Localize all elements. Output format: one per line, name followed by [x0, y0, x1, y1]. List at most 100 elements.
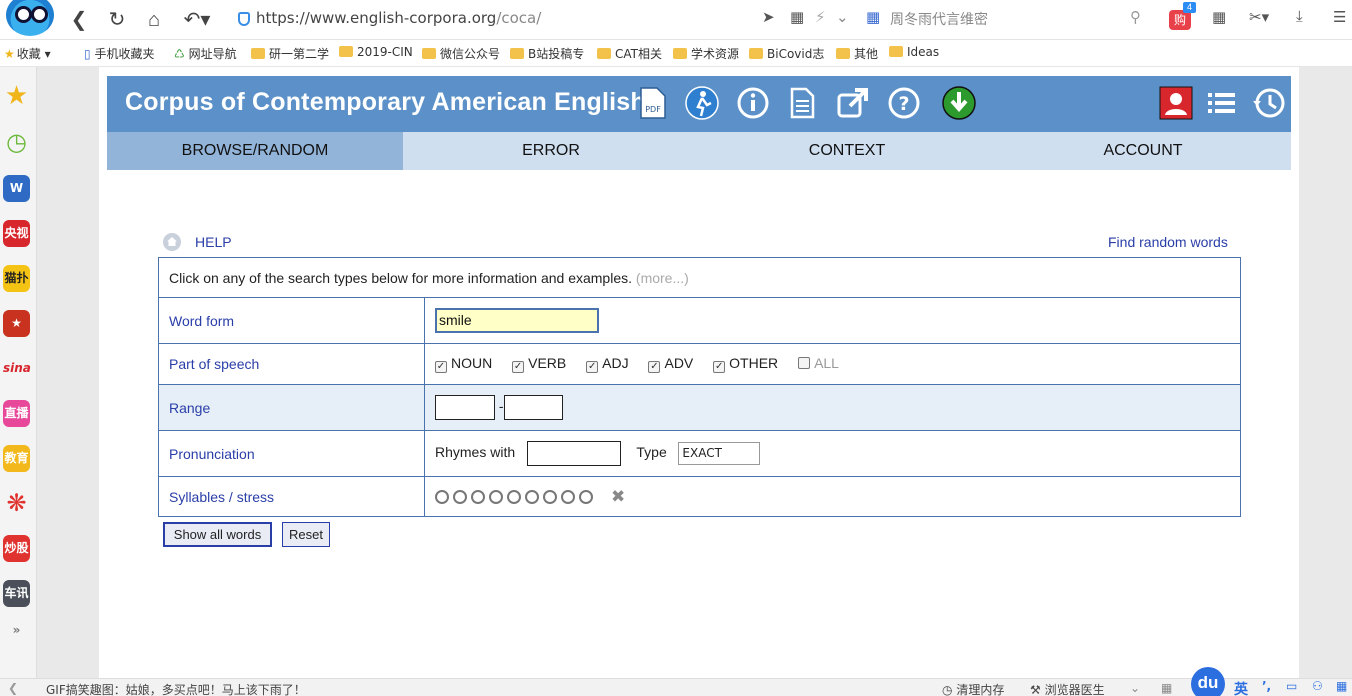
download-green-icon[interactable] [942, 86, 976, 120]
syllable-circle-icon[interactable] [543, 489, 557, 504]
tab-context[interactable]: CONTEXT [699, 132, 995, 170]
clear-syllables-icon[interactable]: ✖ [611, 487, 625, 507]
game-icon[interactable]: ★ [3, 310, 30, 337]
grid-icon[interactable]: ▦ [1336, 679, 1347, 693]
syllable-circle-icon[interactable] [435, 489, 449, 504]
external-link-icon[interactable] [836, 86, 870, 120]
rocket-icon[interactable]: ➤ [762, 8, 775, 26]
bookmark-folder[interactable]: 其他 [836, 45, 878, 62]
ime-language[interactable]: 英 [1234, 679, 1248, 696]
home-icon[interactable]: ⌂ [141, 8, 167, 32]
syllable-circle-icon[interactable] [525, 489, 539, 504]
menu-icon[interactable]: ☰ [1333, 8, 1346, 26]
pronunciation-label[interactable]: Pronunciation [158, 430, 425, 477]
help-link[interactable]: HELP [195, 234, 232, 250]
punctuation-icon[interactable]: ’, [1262, 679, 1271, 693]
type-select[interactable]: EXACT [678, 442, 761, 465]
pdf-icon[interactable]: PDF [635, 86, 669, 120]
reload-icon[interactable]: ↻ [104, 8, 130, 32]
status-news-text[interactable]: GIF搞笑趣图：姑娘，多买点吧！马上该下雨了！ [46, 681, 306, 696]
syllable-circle-icon[interactable] [561, 489, 575, 504]
document-icon[interactable] [785, 86, 819, 120]
rail-sina[interactable]: sina [3, 355, 31, 382]
pin-icon[interactable]: ⌄ [1130, 681, 1140, 695]
syllable-circle-icon[interactable] [453, 489, 467, 504]
bookmark-folder[interactable]: B站投稿专 [510, 45, 584, 62]
cart-icon[interactable]: 购 [1169, 10, 1191, 30]
search-input[interactable]: 周冬雨代言维密 [890, 9, 988, 29]
bookmark-mobile[interactable]: ▯ 手机收藏夹 [84, 45, 154, 62]
user-icon[interactable]: ⚇ [1312, 679, 1323, 693]
clean-memory-button[interactable]: ◷ 清理内存 [942, 681, 1004, 696]
show-all-words-button[interactable]: Show all words [163, 522, 272, 547]
more-link[interactable]: (more...) [636, 270, 689, 286]
rail-stocks[interactable]: 炒股 [3, 535, 30, 562]
image-icon[interactable]: ▦ [1161, 681, 1172, 695]
syllable-circle-icon[interactable] [579, 489, 593, 504]
bookmark-favorites[interactable]: ★ 收藏 ▾ [4, 45, 51, 62]
download-icon[interactable]: ⤓ [1296, 8, 1303, 25]
tab-account[interactable]: ACCOUNT [995, 132, 1291, 170]
rail-mop[interactable]: 猫扑 [3, 265, 30, 292]
swirl-icon[interactable]: ❋ [3, 490, 30, 517]
pos-other-checkbox[interactable]: ✓ OTHER [713, 355, 778, 373]
user-account-icon[interactable] [1159, 86, 1193, 120]
rail-cctv[interactable]: 央视 [3, 220, 30, 247]
bookmark-folder[interactable]: 微信公众号 [422, 45, 500, 62]
range-max-input[interactable] [504, 395, 564, 420]
back-icon[interactable]: ❮ [66, 8, 92, 32]
reset-button[interactable]: Reset [282, 522, 330, 547]
word-form-input[interactable]: smile [435, 308, 599, 333]
clock-icon[interactable]: ◷ [3, 129, 30, 156]
qr-icon[interactable]: ▦ [790, 8, 804, 26]
part-of-speech-label[interactable]: Part of speech [158, 343, 425, 385]
tab-error[interactable]: ERROR [403, 132, 699, 170]
address-bar[interactable]: https://www.english-corpora.org/coca/ [256, 9, 541, 27]
screen-icon[interactable]: ▭ [1286, 679, 1297, 693]
list-icon[interactable] [1205, 86, 1239, 120]
range-min-input[interactable] [435, 395, 495, 420]
syllable-circle-icon[interactable] [507, 489, 521, 504]
bookmark-folder[interactable]: 研一第二学 [251, 45, 329, 62]
undo-icon[interactable]: ↶▾ [180, 8, 214, 32]
help-icon[interactable]: ? [887, 86, 921, 120]
rail-live[interactable]: 直播 [3, 400, 30, 427]
rail-cars[interactable]: 车讯 [3, 580, 30, 607]
lightning-icon[interactable]: ⚡ [815, 8, 826, 26]
scissors-icon[interactable]: ✂▾ [1249, 8, 1269, 26]
bookmark-nav[interactable]: ♺ 网址导航 [174, 45, 237, 62]
rail-edu[interactable]: 教育 [3, 445, 30, 472]
bookmark-folder[interactable]: 2019-CIN [339, 45, 413, 59]
syllables-label[interactable]: Syllables / stress [158, 476, 425, 517]
bookmark-folder[interactable]: BiCovid志 [749, 45, 824, 62]
pos-all-checkbox[interactable]: ALL [798, 355, 839, 371]
find-random-words-link[interactable]: Find random words [1108, 234, 1228, 250]
syllable-circle-icon[interactable] [471, 489, 485, 504]
baidu-input-icon[interactable]: du [1191, 667, 1225, 696]
search-icon[interactable]: ⚲ [1130, 8, 1141, 26]
bookmark-folder[interactable]: 学术资源 [673, 45, 739, 62]
rhymes-with-input[interactable] [526, 441, 621, 466]
browser-doctor-button[interactable]: ⚒ 浏览器医生 [1030, 681, 1105, 696]
expand-rail-icon[interactable]: » [3, 617, 30, 644]
info-icon[interactable] [736, 86, 770, 120]
pos-adj-checkbox[interactable]: ✓ ADJ [586, 355, 629, 373]
pos-adv-checkbox[interactable]: ✓ ADV [648, 355, 693, 373]
word-form-label[interactable]: Word form [158, 297, 425, 344]
history-icon[interactable] [1252, 86, 1286, 120]
browser-logo[interactable] [6, 0, 54, 36]
apps-grid-icon[interactable]: ▦ [1212, 8, 1226, 26]
tab-browse-random[interactable]: BROWSE/RANDOM [107, 132, 403, 170]
chevron-down-icon[interactable]: ⌄ [836, 8, 849, 26]
help-home-icon[interactable] [163, 233, 181, 251]
collapse-icon[interactable]: ❮ [8, 681, 18, 695]
pos-verb-checkbox[interactable]: ✓ VERB [512, 355, 566, 373]
star-icon[interactable]: ★ [3, 83, 30, 110]
bookmark-folder[interactable]: Ideas [889, 45, 939, 59]
pos-noun-checkbox[interactable]: ✓ NOUN [435, 355, 492, 373]
syllable-circle-icon[interactable] [489, 489, 503, 504]
word-doc-icon[interactable]: W [3, 175, 30, 202]
tour-icon[interactable] [685, 86, 719, 120]
bookmark-folder[interactable]: CAT相关 [597, 45, 662, 62]
range-label[interactable]: Range [158, 384, 425, 431]
